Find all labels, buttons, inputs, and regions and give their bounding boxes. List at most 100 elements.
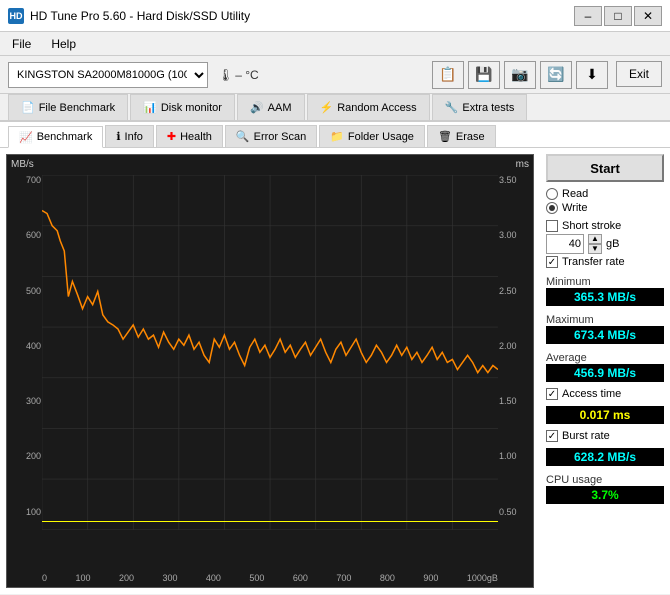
minimum-value: 365.3 MB/s: [546, 288, 664, 306]
menu-file[interactable]: File: [8, 35, 35, 53]
transfer-rate-checkbox[interactable]: Transfer rate: [546, 256, 664, 268]
x-axis-labels: 0 100 200 300 400 500 600 700 800 900 10…: [42, 573, 498, 583]
subtab-info[interactable]: ℹ Info: [105, 125, 154, 147]
y-axis-right-labels: 3.50 3.00 2.50 2.00 1.50 1.00 0.50: [499, 175, 531, 562]
app-icon: HD: [8, 8, 24, 24]
info-icon: ℹ: [116, 130, 120, 143]
benchmark-icon: 📈: [19, 131, 33, 144]
disk-monitor-label: Disk monitor: [161, 102, 222, 114]
gb-label: gB: [606, 238, 619, 250]
rw-radio-group: Read Write: [546, 188, 664, 214]
error-scan-icon: 🔍: [236, 130, 250, 143]
x-tick-100: 100: [75, 573, 90, 583]
subtab-erase[interactable]: 🗑 Erase: [427, 125, 496, 147]
x-tick-0: 0: [42, 573, 47, 583]
toolbar-btn-3[interactable]: 📷: [504, 61, 536, 89]
access-time-label: Access time: [562, 388, 621, 400]
maximum-stat: Maximum 673.4 MB/s: [546, 312, 664, 344]
start-button[interactable]: Start: [546, 154, 664, 182]
x-tick-1000: 1000gB: [467, 573, 498, 583]
access-time-box: [546, 388, 558, 400]
subtab-benchmark[interactable]: 📈 Benchmark: [8, 126, 103, 148]
y-tick-200: 200: [9, 451, 41, 461]
right-panel: Start Read Write Short stroke 40 ▲ ▼: [540, 148, 670, 594]
short-stroke-input[interactable]: 40: [546, 234, 584, 254]
average-value: 456.9 MB/s: [546, 364, 664, 382]
y-tick-400: 400: [9, 341, 41, 351]
exit-button[interactable]: Exit: [616, 61, 662, 87]
y2-tick-250: 2.50: [499, 286, 531, 296]
x-tick-700: 700: [336, 573, 351, 583]
cpu-value: 3.7%: [546, 486, 664, 504]
y2-tick-150: 1.50: [499, 396, 531, 406]
y-axis-labels: 700 600 500 400 300 200 100: [9, 175, 41, 562]
toolbar-btn-1[interactable]: 📋: [432, 61, 464, 89]
aam-icon: 🔊: [250, 101, 264, 114]
toolbar-btn-2[interactable]: 💾: [468, 61, 500, 89]
access-time-checkbox[interactable]: Access time: [546, 388, 664, 400]
sub-tabs: 📈 Benchmark ℹ Info ✚ Health 🔍 Error Scan…: [0, 122, 670, 148]
disk-monitor-icon: 📊: [143, 101, 157, 114]
minimum-stat: Minimum 365.3 MB/s: [546, 274, 664, 306]
info-label: Info: [125, 131, 143, 143]
burst-rate-label: Burst rate: [562, 430, 610, 442]
options-group: Short stroke 40 ▲ ▼ gB Transfer rate: [546, 220, 664, 268]
y-tick-700: 700: [9, 175, 41, 185]
nav-row: 📄 File Benchmark 📊 Disk monitor 🔊 AAM ⚡ …: [8, 94, 662, 120]
close-button[interactable]: ✕: [634, 6, 662, 26]
spinner-buttons: ▲ ▼: [588, 234, 602, 254]
toolbar-icons: 📋 💾 📷 🔄 ⬇ Exit: [432, 61, 662, 89]
nav-tabs: 📄 File Benchmark 📊 Disk monitor 🔊 AAM ⚡ …: [0, 94, 670, 122]
burst-rate-checkbox[interactable]: Burst rate: [546, 430, 664, 442]
spinner-up[interactable]: ▲: [588, 234, 602, 244]
x-tick-300: 300: [162, 573, 177, 583]
transfer-rate-label: Transfer rate: [562, 256, 625, 268]
erase-icon: 🗑: [438, 130, 452, 143]
toolbar-btn-4[interactable]: 🔄: [540, 61, 572, 89]
extra-tests-label: Extra tests: [462, 102, 514, 114]
y-tick-600: 600: [9, 230, 41, 240]
chart-area: MB/s ms 700 600 500 400 300 200 100 3.50…: [6, 154, 534, 588]
aam-label: AAM: [268, 102, 292, 114]
tab-random-access[interactable]: ⚡ Random Access: [307, 94, 430, 120]
minimize-button[interactable]: –: [574, 6, 602, 26]
subtab-folder-usage[interactable]: 📁 Folder Usage: [319, 125, 425, 147]
write-radio-circle: [546, 202, 558, 214]
tab-extra-tests[interactable]: 🔧 Extra tests: [432, 94, 528, 120]
maximum-label: Maximum: [546, 314, 664, 326]
burst-rate-value: 628.2 MB/s: [546, 448, 664, 466]
drive-select[interactable]: KINGSTON SA2000M81000G (1000 gB): [8, 62, 208, 88]
average-label: Average: [546, 352, 664, 364]
x-tick-500: 500: [249, 573, 264, 583]
x-tick-800: 800: [380, 573, 395, 583]
subtab-health[interactable]: ✚ Health: [156, 125, 223, 147]
tab-aam[interactable]: 🔊 AAM: [237, 94, 305, 120]
short-stroke-checkbox[interactable]: Short stroke: [546, 220, 664, 232]
tab-file-benchmark[interactable]: 📄 File Benchmark: [8, 94, 128, 120]
tab-disk-monitor[interactable]: 📊 Disk monitor: [130, 94, 235, 120]
window-title: HD Tune Pro 5.60 - Hard Disk/SSD Utility: [30, 9, 250, 23]
maximize-button[interactable]: □: [604, 6, 632, 26]
folder-usage-label: Folder Usage: [348, 131, 414, 143]
y2-tick-350: 3.50: [499, 175, 531, 185]
menu-help[interactable]: Help: [47, 35, 80, 53]
read-radio-circle: [546, 188, 558, 200]
health-label: Health: [180, 131, 212, 143]
main-content: MB/s ms 700 600 500 400 300 200 100 3.50…: [0, 148, 670, 594]
spinner-down[interactable]: ▼: [588, 244, 602, 254]
error-scan-label: Error Scan: [254, 131, 307, 143]
read-radio[interactable]: Read: [546, 188, 664, 200]
toolbar: KINGSTON SA2000M81000G (1000 gB) 🌡 – °C …: [0, 56, 670, 94]
toolbar-btn-5[interactable]: ⬇: [576, 61, 608, 89]
write-radio[interactable]: Write: [546, 202, 664, 214]
subtab-error-scan[interactable]: 🔍 Error Scan: [225, 125, 317, 147]
short-stroke-box: [546, 220, 558, 232]
transfer-rate-box: [546, 256, 558, 268]
cpu-stat: CPU usage 3.7%: [546, 472, 664, 504]
erase-label: Erase: [456, 131, 485, 143]
title-bar: HD HD Tune Pro 5.60 - Hard Disk/SSD Util…: [0, 0, 670, 32]
x-tick-200: 200: [119, 573, 134, 583]
y2-tick-200: 2.00: [499, 341, 531, 351]
extra-tests-icon: 🔧: [445, 101, 459, 114]
read-radio-label: Read: [562, 188, 588, 200]
